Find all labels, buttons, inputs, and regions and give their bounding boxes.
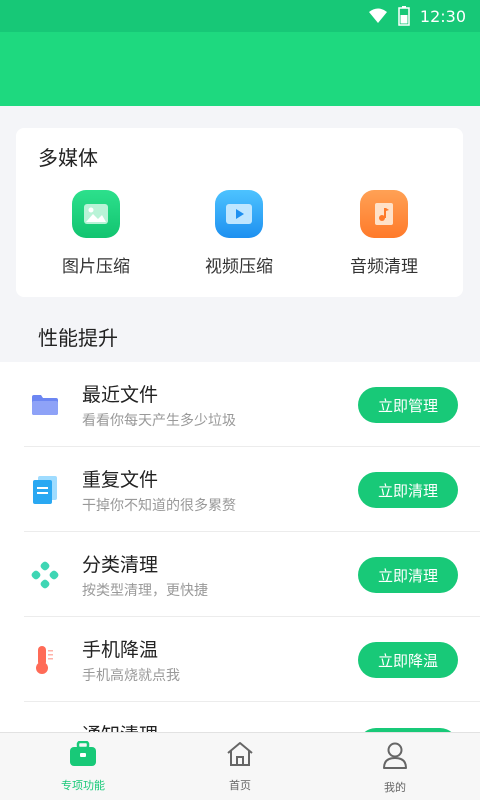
clean-now-button[interactable]: 立即清理	[358, 557, 458, 593]
audio-clean-button[interactable]: 音频清理	[314, 190, 454, 286]
status-bar: 12:30	[0, 0, 480, 32]
folder-icon	[30, 390, 60, 420]
cool-down-button[interactable]: 立即降温	[358, 642, 458, 678]
header-banner	[0, 32, 480, 106]
manage-now-button[interactable]: 立即管理	[358, 387, 458, 423]
performance-title: 性能提升	[38, 326, 118, 350]
video-compress-button[interactable]: 视频压缩	[169, 190, 309, 286]
row-title: 重复文件	[82, 469, 159, 491]
thermometer-icon	[30, 645, 60, 675]
row-title: 手机降温	[82, 639, 159, 661]
row-title: 最近文件	[82, 384, 159, 406]
performance-list: 最近文件 看看你每天产生多少垃圾 立即管理 重复文件 干掉你不知道的很多累赘 立…	[0, 362, 480, 732]
multimedia-card: 多媒体 图片压缩 视频压缩 音频清理	[16, 128, 463, 297]
user-icon	[381, 741, 409, 773]
row-title: 通知清理	[82, 720, 158, 732]
list-item-phone-cooling[interactable]: 手机降温 手机高烧就点我 立即降温	[24, 617, 480, 702]
image-compress-button[interactable]: 图片压缩	[26, 190, 166, 286]
status-time: 12:30	[419, 6, 466, 26]
row-subtitle: 手机高烧就点我	[82, 668, 180, 684]
tab-home[interactable]: 首页	[180, 741, 300, 799]
duplicate-file-icon	[30, 475, 60, 505]
battery-icon	[398, 6, 410, 26]
row-subtitle: 看看你每天产生多少垃圾	[82, 413, 236, 429]
category-icon	[30, 560, 60, 590]
tab-profile[interactable]: 我的	[335, 741, 455, 799]
tab-special-features[interactable]: 专项功能	[23, 740, 143, 799]
image-compress-label: 图片压缩	[62, 257, 130, 277]
list-item-notification-clean[interactable]: 通知清理	[24, 702, 480, 732]
row-subtitle: 干掉你不知道的很多累赘	[82, 498, 236, 514]
multimedia-title: 多媒体	[38, 146, 98, 170]
tab-label: 首页	[229, 779, 251, 792]
video-compress-label: 视频压缩	[205, 257, 273, 277]
row-subtitle: 按类型清理，更快捷	[82, 583, 208, 599]
bottom-tab-bar: 专项功能 首页 我的	[0, 732, 480, 800]
wifi-icon	[368, 8, 388, 24]
list-item-recent-files[interactable]: 最近文件 看看你每天产生多少垃圾 立即管理	[24, 362, 480, 447]
list-item-category-clean[interactable]: 分类清理 按类型清理，更快捷 立即清理	[24, 532, 480, 617]
video-compress-icon	[215, 190, 263, 238]
row-title: 分类清理	[82, 554, 159, 576]
toolbox-icon	[69, 740, 97, 771]
audio-clean-icon	[360, 190, 408, 238]
home-icon	[226, 741, 254, 771]
image-compress-icon	[72, 190, 120, 238]
tab-label: 专项功能	[61, 779, 105, 792]
tab-label: 我的	[384, 781, 406, 794]
list-item-duplicate-files[interactable]: 重复文件 干掉你不知道的很多累赘 立即清理	[24, 447, 480, 532]
clean-now-button[interactable]: 立即清理	[358, 472, 458, 508]
audio-clean-label: 音频清理	[350, 257, 418, 277]
